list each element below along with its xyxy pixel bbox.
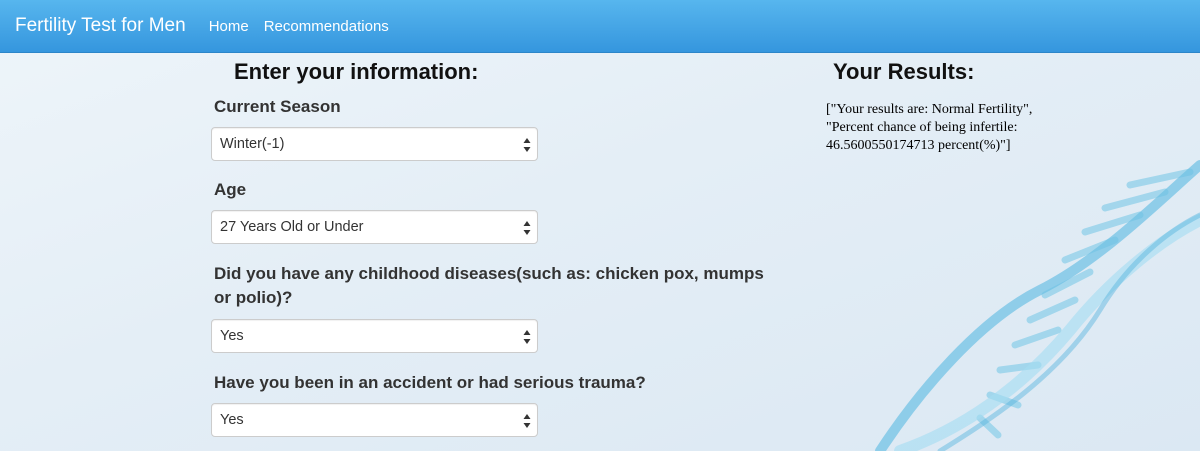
age-value: 27 Years Old or Under <box>220 219 364 235</box>
nav-link-recommendations[interactable]: Recommendations <box>264 18 389 35</box>
up-down-chevron-icon <box>523 330 531 344</box>
results-text: ["Your results are: Normal Fertility", "… <box>826 102 1033 153</box>
accident-trauma-label: Have you been in an accident or had seri… <box>214 373 646 392</box>
current-season-select[interactable]: Winter(-1) <box>211 127 538 161</box>
accident-trauma-select[interactable]: Yes <box>211 403 538 437</box>
current-season-value: Winter(-1) <box>220 136 285 152</box>
nav-link-home[interactable]: Home <box>209 18 249 35</box>
childhood-diseases-value: Yes <box>220 328 244 344</box>
childhood-diseases-select[interactable]: Yes <box>211 319 538 353</box>
brand-link[interactable]: Fertility Test for Men <box>15 15 186 37</box>
dna-helix-illustration <box>875 160 1200 451</box>
up-down-chevron-icon <box>523 138 531 152</box>
top-navbar: Fertility Test for Men Home Recommendati… <box>0 0 1200 53</box>
childhood-diseases-label: Did you have any childhood diseases(such… <box>214 264 764 307</box>
up-down-chevron-icon <box>523 221 531 235</box>
results-title: Your Results: <box>833 59 975 84</box>
age-label: Age <box>214 180 247 199</box>
up-down-chevron-icon <box>523 414 531 428</box>
current-season-label: Current Season <box>214 97 341 116</box>
accident-trauma-value: Yes <box>220 412 244 428</box>
form-title: Enter your information: <box>234 59 479 84</box>
age-select[interactable]: 27 Years Old or Under <box>211 210 538 244</box>
